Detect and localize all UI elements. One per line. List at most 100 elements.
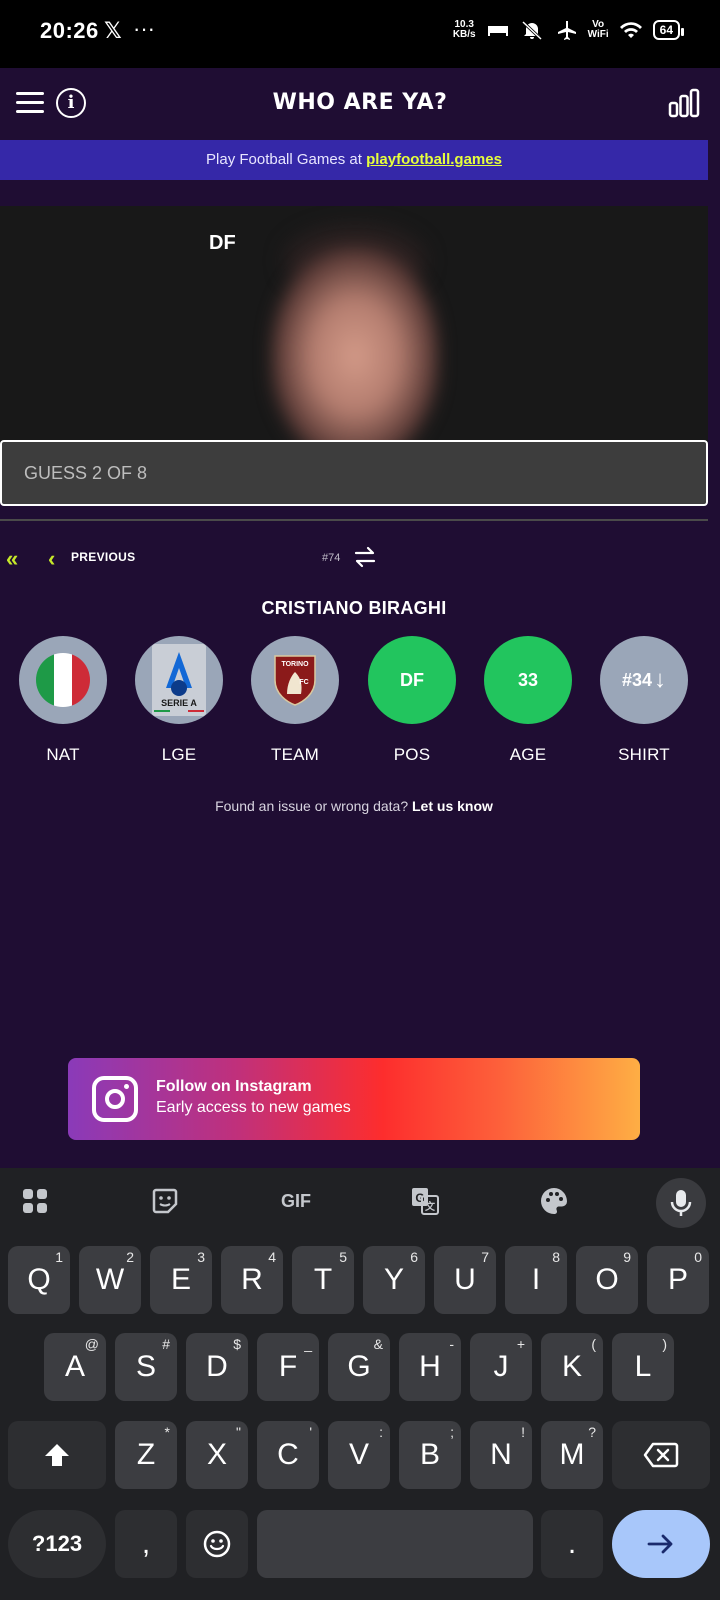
- comma-key[interactable]: ,: [115, 1510, 177, 1578]
- player-photo: DF: [0, 206, 708, 446]
- key-hint: 9: [623, 1249, 631, 1265]
- x-app-icon: 𝕏: [104, 18, 122, 43]
- key-letter: V: [348, 1438, 369, 1471]
- swap-arrows-icon[interactable]: [352, 544, 378, 570]
- let-us-know-link[interactable]: Let us know: [412, 798, 493, 814]
- key-p[interactable]: P0: [647, 1246, 709, 1314]
- previous-button[interactable]: PREVIOUS: [71, 550, 135, 564]
- backspace-key[interactable]: [612, 1421, 710, 1489]
- key-hint: @: [84, 1336, 99, 1352]
- key-w[interactable]: W2: [79, 1246, 141, 1314]
- key-letter: H: [419, 1350, 441, 1383]
- chevron-left-icon[interactable]: ‹: [48, 546, 55, 572]
- shirt-circle: #34 ↓: [600, 636, 688, 724]
- key-a[interactable]: A @: [44, 1333, 106, 1401]
- shift-key[interactable]: [8, 1421, 106, 1489]
- shirt-value: #34: [621, 669, 653, 690]
- bed-icon: [487, 26, 508, 36]
- key-letter: T: [313, 1263, 333, 1296]
- period-key[interactable]: .: [541, 1510, 603, 1578]
- apps-grid-icon[interactable]: [20, 1186, 50, 1216]
- key-r[interactable]: R4: [221, 1246, 283, 1314]
- key-hint: ": [236, 1424, 241, 1440]
- translate-icon[interactable]: G 文: [410, 1186, 440, 1216]
- position-value: DF: [400, 669, 424, 690]
- key-letter: Q: [27, 1263, 51, 1296]
- network-speed: 10.3 KB/s: [453, 20, 476, 40]
- age-circle: 33: [484, 636, 572, 724]
- enter-key[interactable]: [612, 1510, 710, 1578]
- more-notifications-icon: ···: [133, 16, 155, 41]
- key-hint: 4: [268, 1249, 276, 1265]
- key-letter: U: [454, 1263, 476, 1296]
- keyboard-toolbar: GIF G 文: [0, 1168, 720, 1234]
- key-hint: ': [309, 1424, 312, 1440]
- key-h[interactable]: H-: [399, 1333, 461, 1401]
- key-b[interactable]: B;: [399, 1421, 461, 1489]
- key-hint: *: [164, 1424, 170, 1440]
- key-j[interactable]: J +: [470, 1333, 532, 1401]
- key-o[interactable]: O9: [576, 1246, 638, 1314]
- key-f[interactable]: F _: [257, 1333, 319, 1401]
- torino-crest-icon: TORINO FC: [274, 655, 316, 706]
- attr-league: SERIE A LGE: [124, 636, 234, 765]
- blurred-face: [270, 246, 440, 446]
- key-hint: (: [591, 1336, 596, 1352]
- instagram-follow-button[interactable]: Follow on Instagram Early access to new …: [68, 1058, 640, 1140]
- key-hint: 8: [552, 1249, 560, 1265]
- report-issue: Found an issue or wrong data? Let us kno…: [0, 798, 708, 814]
- key-s[interactable]: S #: [115, 1333, 177, 1401]
- key-d[interactable]: D $: [186, 1333, 248, 1401]
- shift-icon: [45, 1444, 69, 1466]
- status-icons: 10.3 KB/s Vo WiFi 64: [453, 20, 685, 40]
- soft-keyboard: GIF G 文 Q1 W2 E3 R4 T5 Y6 U7 I8 O9 P0 A @…: [0, 1168, 720, 1600]
- key-letter: G: [347, 1350, 371, 1383]
- key-letter: M: [559, 1438, 585, 1471]
- key-z[interactable]: Z *: [115, 1421, 177, 1489]
- emoji-key[interactable]: [186, 1510, 248, 1578]
- italy-flag-icon: [36, 653, 90, 707]
- promo-banner: Play Football Games at playfootball.game…: [0, 140, 708, 180]
- key-t[interactable]: T5: [292, 1246, 354, 1314]
- mic-button[interactable]: [656, 1178, 706, 1228]
- key-letter: N: [490, 1438, 512, 1471]
- key-g[interactable]: G &: [328, 1333, 390, 1401]
- issue-text: Found an issue or wrong data?: [215, 798, 412, 814]
- key-x[interactable]: X ": [186, 1421, 248, 1489]
- key-k[interactable]: K(: [541, 1333, 603, 1401]
- key-e[interactable]: E3: [150, 1246, 212, 1314]
- key-letter: Z: [136, 1438, 156, 1471]
- double-chevron-left-icon[interactable]: «: [6, 546, 18, 572]
- attr-label: NAT: [46, 745, 80, 764]
- key-letter: E: [170, 1263, 191, 1296]
- banner-link[interactable]: playfootball.games: [366, 151, 502, 168]
- key-l[interactable]: L): [612, 1333, 674, 1401]
- key-y[interactable]: Y6: [363, 1246, 425, 1314]
- league-circle: SERIE A: [135, 636, 223, 724]
- key-u[interactable]: U7: [434, 1246, 496, 1314]
- key-m[interactable]: M?: [541, 1421, 603, 1489]
- attr-team: TORINO FC TEAM: [240, 636, 350, 765]
- age-value: 33: [517, 669, 539, 690]
- space-bar[interactable]: [257, 1510, 533, 1578]
- key-letter: I: [531, 1263, 541, 1296]
- key-hint: -: [449, 1336, 454, 1352]
- key-v[interactable]: V:: [328, 1421, 390, 1489]
- key-letter: B: [419, 1438, 440, 1471]
- palette-icon[interactable]: [539, 1186, 569, 1216]
- key-q[interactable]: Q1: [8, 1246, 70, 1314]
- bar-chart-icon[interactable]: [668, 88, 700, 118]
- key-c[interactable]: C ': [257, 1421, 319, 1489]
- key-i[interactable]: I8: [505, 1246, 567, 1314]
- symbols-key[interactable]: ?123: [8, 1510, 106, 1578]
- gif-button[interactable]: GIF: [278, 1186, 314, 1216]
- key-hint: 0: [694, 1249, 702, 1265]
- guess-input[interactable]: [2, 442, 706, 504]
- sticker-icon[interactable]: [150, 1186, 180, 1216]
- key-letter: R: [241, 1263, 263, 1296]
- key-letter: L: [634, 1350, 652, 1383]
- arrow-right-icon: [647, 1534, 673, 1554]
- arrow-down-icon: ↓: [654, 666, 667, 693]
- key-n[interactable]: N!: [470, 1421, 532, 1489]
- key-letter: F: [278, 1350, 298, 1383]
